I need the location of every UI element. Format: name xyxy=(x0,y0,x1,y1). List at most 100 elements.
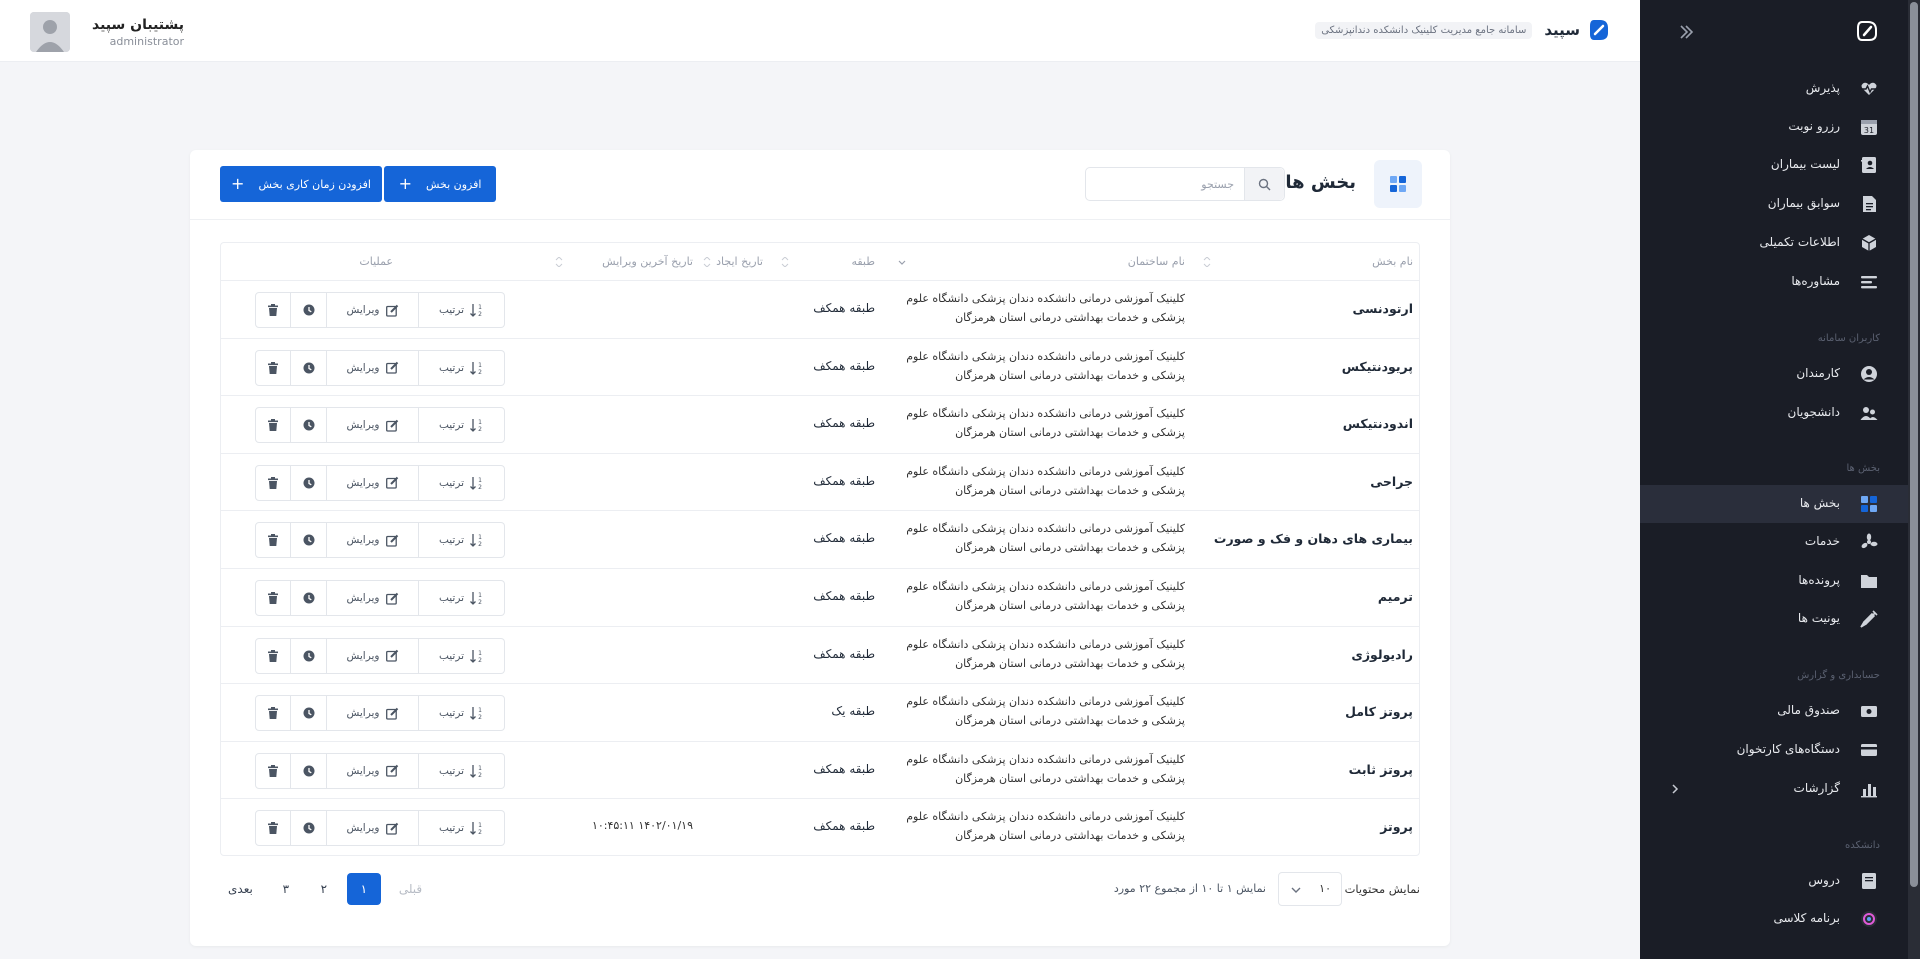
pagination-page-2[interactable]: ۲ xyxy=(309,873,339,905)
history-button[interactable] xyxy=(291,810,327,847)
order-button[interactable]: ترتیب 1 2 xyxy=(419,292,505,328)
sidebar-item-cashbox[interactable]: صندوق مالی xyxy=(1640,692,1920,730)
sidebar-item-class-schedule[interactable]: برنامه کلاسی xyxy=(1640,900,1920,938)
history-button[interactable] xyxy=(291,407,327,444)
delete-button[interactable] xyxy=(255,752,291,789)
edit-button[interactable]: ویرایش xyxy=(327,810,419,847)
trash-icon xyxy=(268,419,278,432)
edit-button[interactable]: ویرایش xyxy=(327,752,419,789)
edit-button[interactable]: ویرایش xyxy=(327,292,419,328)
pagination-next[interactable]: بعدی xyxy=(218,873,263,905)
delete-button[interactable] xyxy=(255,349,291,386)
add-department-button[interactable]: افزون بخش + xyxy=(384,166,496,202)
order-label: ترتیب xyxy=(438,592,465,604)
delete-button[interactable] xyxy=(255,810,291,847)
sidebar-item-consultations[interactable]: مشاوره‌ها xyxy=(1640,263,1920,301)
svg-text:2: 2 xyxy=(478,484,482,490)
order-button[interactable]: ترتیب 1 2 xyxy=(419,752,505,789)
order-button[interactable]: ترتیب 1 2 xyxy=(419,349,505,386)
order-label: ترتیب xyxy=(438,707,465,720)
pagination-page-3[interactable]: ۳ xyxy=(271,873,301,905)
sidebar-item-files[interactable]: پرونده‌ها xyxy=(1640,562,1920,600)
edit-button[interactable]: ویرایش xyxy=(327,637,419,674)
user-menu[interactable]: پشتیبان سپید administrator xyxy=(30,12,184,52)
sidebar-item-courses[interactable]: دروس xyxy=(1640,862,1920,900)
edit-label: ویرایش xyxy=(346,822,380,835)
edit-button[interactable]: ویرایش xyxy=(327,695,419,732)
edit-button[interactable]: ویرایش xyxy=(327,464,419,501)
delete-button[interactable] xyxy=(255,637,291,674)
sidebar-item-additional-info[interactable]: اطلاعات تکمیلی xyxy=(1640,224,1920,262)
sort-icon[interactable] xyxy=(555,257,563,267)
collapse-sidebar-icon[interactable] xyxy=(1676,22,1696,42)
history-button[interactable] xyxy=(291,464,327,501)
column-header-floor[interactable]: طبقه xyxy=(851,255,875,268)
table-header: نام بخش نام ساختمان طبقه تاریخ ایجاد تار… xyxy=(221,243,1419,281)
order-button[interactable]: ترتیب 1 2 xyxy=(419,637,505,674)
edit-button[interactable]: ویرایش xyxy=(327,349,419,386)
table-row: بیماری های دهان و فک و صورت کلینیک آموزشی… xyxy=(221,511,1419,569)
pagination-page-1[interactable]: ۱ xyxy=(346,873,381,905)
order-button[interactable]: ترتیب 1 2 xyxy=(419,464,505,501)
sort-icon[interactable] xyxy=(781,257,789,267)
sidebar-item-patients-list[interactable]: لیست بیماران xyxy=(1640,146,1920,184)
avatar[interactable] xyxy=(30,12,70,52)
search-input[interactable] xyxy=(1086,168,1244,200)
sidebar: پذیرش 31 رزرو نوبت لیست بیماران سوابق بی… xyxy=(1640,0,1920,959)
column-header-building[interactable]: نام ساختمان xyxy=(1128,255,1185,268)
delete-button[interactable] xyxy=(255,407,291,444)
brand[interactable]: سپید سامانه جامع مدیریت کلینیک دانشکده د… xyxy=(1315,18,1610,42)
sort-down-icon[interactable] xyxy=(898,257,906,267)
history-button[interactable] xyxy=(291,580,327,616)
column-header-created[interactable]: تاریخ ایجاد xyxy=(716,255,763,268)
sidebar-item-services[interactable]: خدمات xyxy=(1640,523,1920,561)
history-button[interactable] xyxy=(291,637,327,674)
sidebar-scrollbar[interactable] xyxy=(1908,0,1920,959)
sidebar-item-units[interactable]: یونیت ها xyxy=(1640,600,1920,638)
history-button[interactable] xyxy=(291,695,327,732)
row-actions: ویرایش ترتیب 1 2 xyxy=(255,695,505,732)
cell-department-name: بیماری های دهان و فک و صورت xyxy=(1213,531,1413,547)
scrollbar-thumb[interactable] xyxy=(1910,2,1918,887)
sidebar-item-reserve[interactable]: 31 رزرو نوبت xyxy=(1640,108,1920,146)
cell-building-name: کلینیک آموزشی درمانی دانشکده دندان پزشکی… xyxy=(906,349,1185,382)
edit-label: ویرایش xyxy=(346,304,380,316)
edit-button[interactable]: ویرایش xyxy=(327,580,419,616)
order-button[interactable]: ترتیب 1 2 xyxy=(419,580,505,616)
sort-icon[interactable] xyxy=(1203,257,1211,267)
search-icon[interactable] xyxy=(1244,168,1284,200)
order-button[interactable]: ترتیب 1 2 xyxy=(419,810,505,847)
edit-button[interactable]: ویرایش xyxy=(327,407,419,444)
sort-icon[interactable] xyxy=(703,257,711,267)
history-button[interactable] xyxy=(291,752,327,789)
history-button[interactable] xyxy=(291,349,327,386)
sidebar-item-label: یونیت ها xyxy=(1797,611,1840,625)
history-button[interactable] xyxy=(291,522,327,559)
per-page-select[interactable]: ۱۰ xyxy=(1278,872,1342,906)
sidebar-item-departments[interactable]: بخش ها xyxy=(1640,485,1920,523)
sidebar-item-pos-devices[interactable]: دستگاه‌های کارتخوان xyxy=(1640,731,1920,769)
delete-button[interactable] xyxy=(255,695,291,732)
trash-icon xyxy=(268,764,278,777)
add-work-time-button[interactable]: افزودن زمان کاری بخش + xyxy=(220,166,382,202)
edit-button[interactable]: ویرایش xyxy=(327,522,419,559)
order-button[interactable]: ترتیب 1 2 xyxy=(419,522,505,559)
sidebar-item-students[interactable]: دانشجویان xyxy=(1640,394,1920,432)
order-button[interactable]: ترتیب 1 2 xyxy=(419,695,505,732)
cash-register-icon xyxy=(1860,702,1878,720)
sidebar-item-reception[interactable]: پذیرش xyxy=(1640,70,1920,108)
history-button[interactable] xyxy=(291,292,327,328)
delete-button[interactable] xyxy=(255,464,291,501)
order-button[interactable]: ترتیب 1 2 xyxy=(419,407,505,444)
delete-button[interactable] xyxy=(255,292,291,328)
delete-button[interactable] xyxy=(255,522,291,559)
sidebar-item-patients-history[interactable]: سوابق بیماران xyxy=(1640,185,1920,223)
edit-icon xyxy=(385,534,398,547)
pagination-prev[interactable]: قبلی xyxy=(389,873,432,905)
sidebar-item-reports[interactable]: گزارشات xyxy=(1640,770,1920,808)
trash-icon xyxy=(268,592,278,604)
column-header-name[interactable]: نام بخش xyxy=(1372,255,1413,268)
column-header-updated[interactable]: تاریخ آخرین ویرایش xyxy=(602,255,693,268)
sidebar-item-staff[interactable]: کارمندان xyxy=(1640,355,1920,393)
delete-button[interactable] xyxy=(255,580,291,616)
